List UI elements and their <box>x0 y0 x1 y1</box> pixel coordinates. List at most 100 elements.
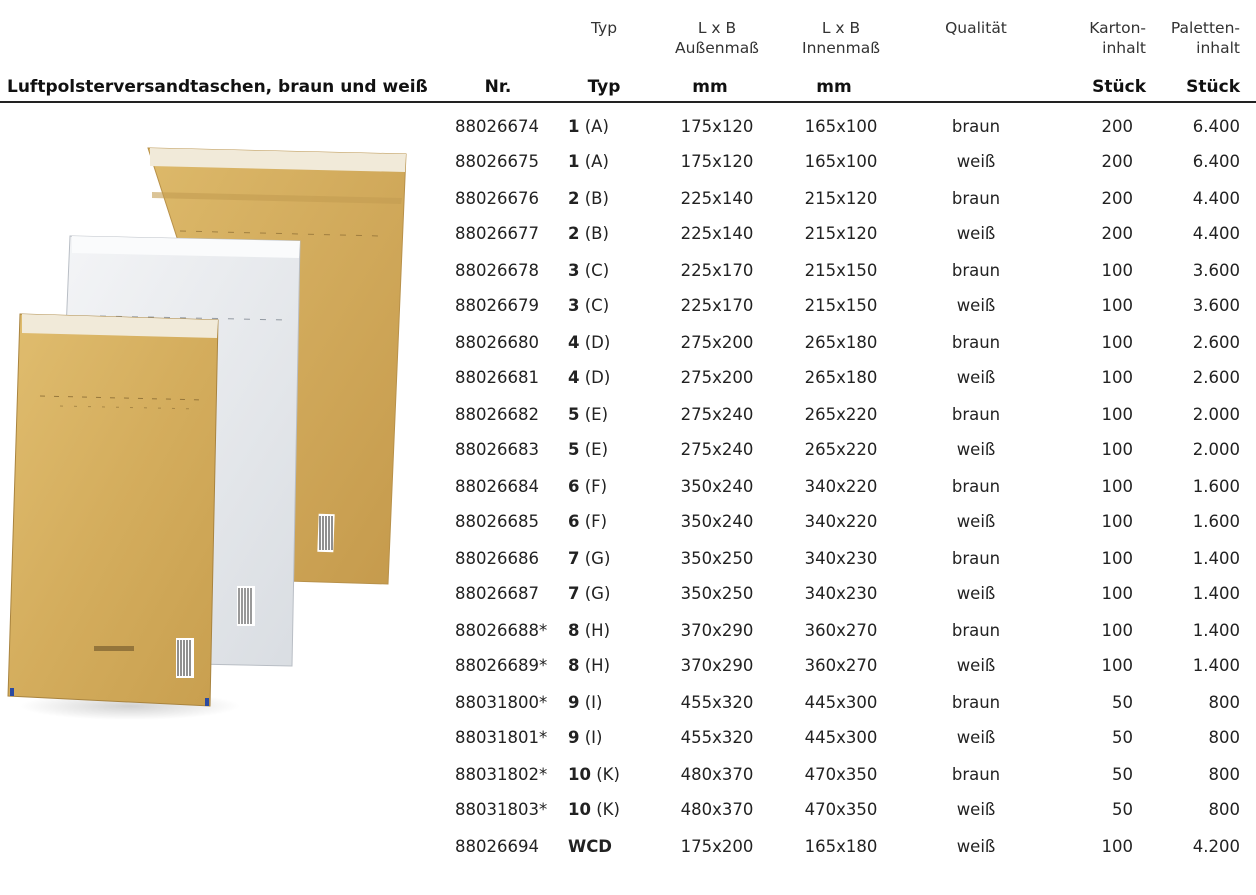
cell-inner: 360x270 <box>804 621 878 640</box>
cell-inner: 470x350 <box>804 765 878 784</box>
typ-number: WCD <box>568 837 613 856</box>
cell-quality: weiß <box>956 837 996 856</box>
cell-quality: braun <box>951 765 1001 784</box>
cell-karton: 100 <box>1101 837 1134 856</box>
typ-number: 6 <box>568 477 580 496</box>
cell-karton: 100 <box>1101 512 1134 531</box>
cell-karton: 100 <box>1101 584 1134 603</box>
col-mm-inner: mm <box>816 77 852 97</box>
col-mm-outer: mm <box>692 77 728 97</box>
cell-typ: 4 (D) <box>568 333 610 352</box>
col-head-typ: Typ <box>590 19 618 37</box>
cell-quality: braun <box>951 405 1001 424</box>
typ-letter: (E) <box>579 440 609 459</box>
cell-nr: 88026687 <box>455 584 539 603</box>
cell-nr: 88026678 <box>455 261 539 280</box>
cell-outer: 225x170 <box>680 261 754 280</box>
cell-outer: 370x290 <box>680 656 754 675</box>
cell-outer: 225x170 <box>680 296 754 315</box>
col-stueck-karton: Stück <box>1092 77 1146 97</box>
typ-letter: (K) <box>590 765 620 784</box>
cell-nr: 88026677 <box>455 224 539 243</box>
typ-number: 5 <box>568 405 580 424</box>
cell-karton: 100 <box>1101 405 1134 424</box>
cell-palette: 4.200 <box>1192 837 1240 856</box>
cell-karton: 100 <box>1101 477 1134 496</box>
cell-typ: 7 (G) <box>568 549 610 568</box>
cell-inner: 265x180 <box>804 333 878 352</box>
padded-envelopes-image <box>7 147 407 720</box>
typ-number: 1 <box>568 152 580 171</box>
cell-karton: 50 <box>1112 728 1133 747</box>
cell-inner: 215x120 <box>804 224 878 243</box>
cell-outer: 350x250 <box>680 584 754 603</box>
cell-quality: weiß <box>956 512 996 531</box>
cell-nr: 88026684 <box>455 477 539 496</box>
cell-karton: 100 <box>1101 656 1134 675</box>
col-nr: Nr. <box>484 77 512 97</box>
typ-letter: (B) <box>579 189 609 208</box>
cell-outer: 175x200 <box>680 837 754 856</box>
typ-number: 7 <box>568 584 580 603</box>
col-stueck-palette: Stück <box>1186 77 1240 97</box>
cell-typ: 5 (E) <box>568 440 608 459</box>
cell-outer: 175x120 <box>680 152 754 171</box>
cell-quality: weiß <box>956 440 996 459</box>
cell-nr: 88026686 <box>455 549 539 568</box>
typ-letter: (H) <box>579 621 611 640</box>
cell-outer: 370x290 <box>680 621 754 640</box>
cell-typ: 2 (B) <box>568 224 609 243</box>
cell-inner: 470x350 <box>804 800 878 819</box>
col-head-palette-2: inhalt <box>1196 39 1240 57</box>
cell-nr: 88026685 <box>455 512 539 531</box>
cell-nr: 88026681 <box>455 368 539 387</box>
cell-palette: 800 <box>1208 800 1241 819</box>
typ-number: 10 <box>568 765 591 784</box>
cell-palette: 3.600 <box>1192 296 1240 315</box>
cell-karton: 100 <box>1101 621 1134 640</box>
cell-outer: 175x120 <box>680 117 754 136</box>
typ-letter: (I) <box>579 693 603 712</box>
cell-inner: 340x230 <box>804 549 878 568</box>
typ-letter: (B) <box>579 224 609 243</box>
cell-palette: 2.600 <box>1192 333 1240 352</box>
cell-palette: 4.400 <box>1192 189 1240 208</box>
typ-number: 10 <box>568 800 591 819</box>
col-head-outer-1: L x B <box>697 19 737 37</box>
cell-palette: 1.600 <box>1192 512 1240 531</box>
cell-karton: 100 <box>1101 261 1134 280</box>
col-head-outer-2: Außenmaß <box>675 39 759 57</box>
cell-typ: 8 (H) <box>568 656 610 675</box>
cell-outer: 225x140 <box>680 224 754 243</box>
col-head-inner-2: Innenmaß <box>802 39 880 57</box>
cell-palette: 1.400 <box>1192 584 1240 603</box>
cell-karton: 100 <box>1101 368 1134 387</box>
cell-typ: 3 (C) <box>568 261 609 280</box>
cell-outer: 350x250 <box>680 549 754 568</box>
typ-number: 9 <box>568 728 580 747</box>
typ-letter: (D) <box>579 368 611 387</box>
cell-palette: 800 <box>1208 693 1241 712</box>
cell-karton: 100 <box>1101 549 1134 568</box>
col-head-quality: Qualität <box>945 19 1007 37</box>
typ-letter: (G) <box>579 549 611 568</box>
cell-inner: 165x100 <box>804 117 878 136</box>
cell-quality: braun <box>951 261 1001 280</box>
cell-nr: 88026689* <box>455 656 548 675</box>
typ-number: 8 <box>568 621 580 640</box>
typ-letter: (C) <box>579 261 610 280</box>
cell-quality: weiß <box>956 800 996 819</box>
cell-palette: 1.600 <box>1192 477 1240 496</box>
typ-letter: (D) <box>579 333 611 352</box>
typ-number: 1 <box>568 117 580 136</box>
cell-nr: 88026694 <box>455 837 539 856</box>
typ-number: 4 <box>568 333 580 352</box>
typ-letter: (F) <box>579 512 608 531</box>
cell-outer: 275x200 <box>680 368 754 387</box>
cell-palette: 2.000 <box>1192 405 1240 424</box>
cell-quality: braun <box>951 549 1001 568</box>
cell-typ: 6 (F) <box>568 477 607 496</box>
cell-typ: 7 (G) <box>568 584 610 603</box>
cell-outer: 275x200 <box>680 333 754 352</box>
cell-palette: 800 <box>1208 728 1241 747</box>
